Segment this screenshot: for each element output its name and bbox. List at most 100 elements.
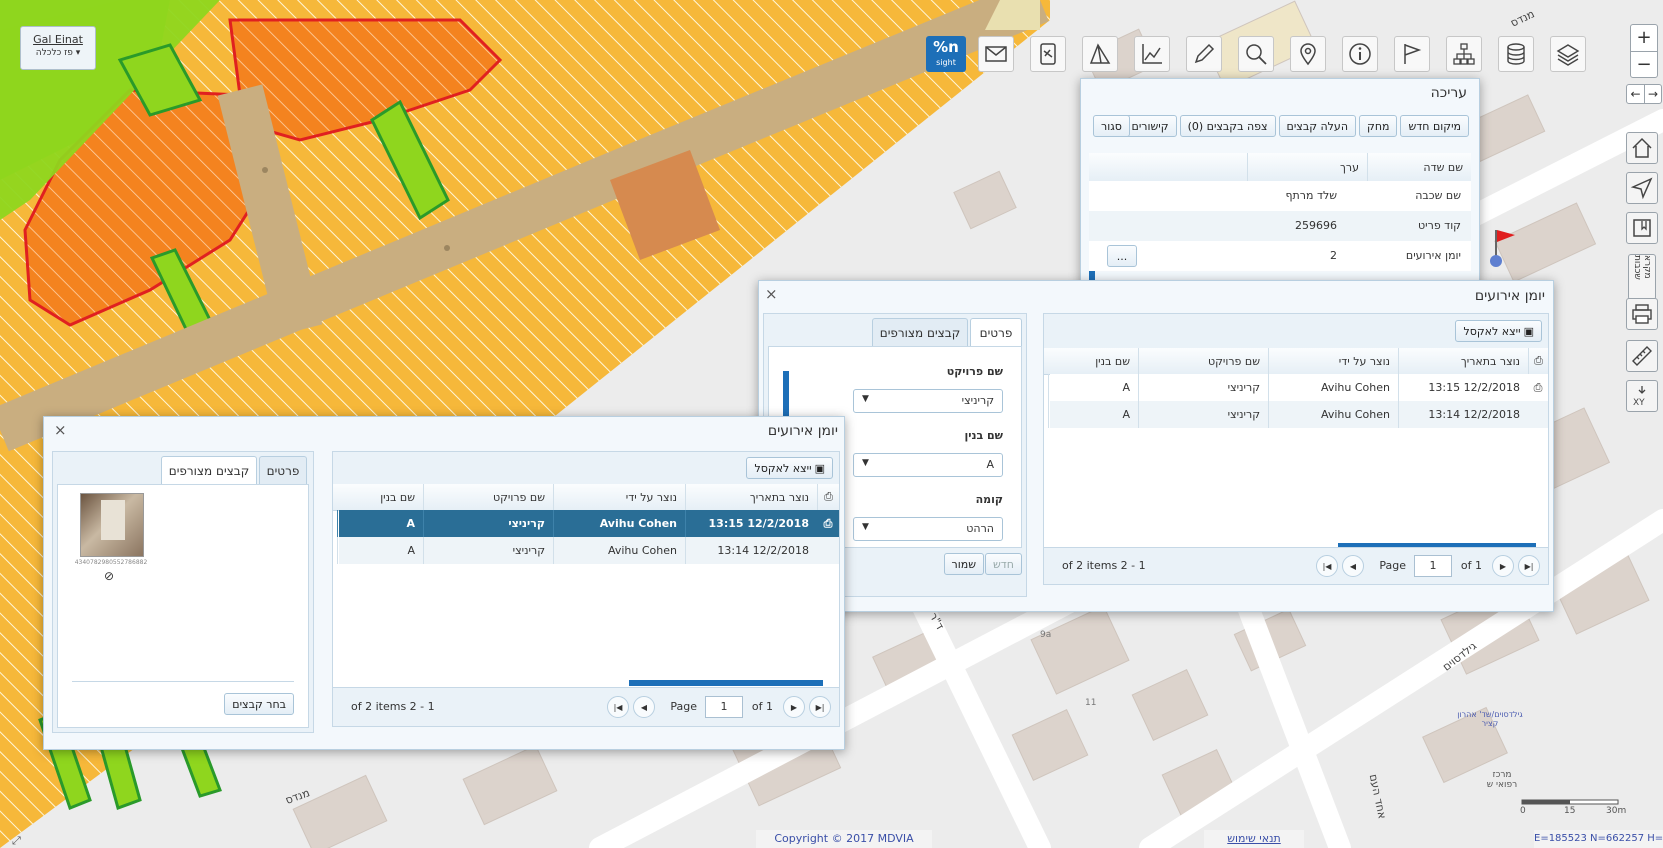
cell-date: 13:15 12/2/2018 — [685, 510, 817, 537]
tab-attachments[interactable]: קבצים מצורפים — [872, 318, 968, 346]
search-icon[interactable] — [1238, 36, 1274, 72]
sitemap-icon[interactable] — [1446, 36, 1482, 72]
layers-icon[interactable] — [1550, 36, 1586, 72]
project-select[interactable]: קריניצי ▼ — [853, 389, 1003, 413]
user-role-select[interactable]: פז כלכלה ▾ — [21, 48, 95, 58]
new-location-button[interactable]: מיקום חדש — [1400, 115, 1469, 137]
info-icon[interactable] — [1342, 36, 1378, 72]
events-grid: ייצא לאקסל ▣ ⎙ נוצר בתאריך נוצר על ידי ש… — [332, 451, 840, 727]
field-name: יומן אירועים — [1405, 249, 1461, 262]
cell-date: 13:15 12/2/2018 — [1398, 374, 1528, 401]
polygon-icon[interactable] — [1082, 36, 1118, 72]
table-row[interactable]: 13:14 12/2/2018 Avihu Cohen קריניצי A — [1048, 401, 1548, 428]
select-value: הרהט — [966, 522, 994, 535]
cell-created-by: Avihu Cohen — [1268, 374, 1398, 401]
export-excel-button[interactable]: ייצא לאקסל ▣ — [1455, 320, 1542, 342]
page-input[interactable]: 1 — [1414, 555, 1452, 577]
forward-arrow-icon[interactable]: → — [1645, 85, 1661, 103]
column-header[interactable]: שם פרויקט — [423, 484, 553, 510]
column-header[interactable]: שם בנין — [1044, 348, 1138, 374]
column-header[interactable]: נוצר בתאריך — [1398, 348, 1528, 374]
app-logo[interactable]: %n sight — [926, 36, 966, 72]
tab-details[interactable]: פרטים — [259, 456, 307, 484]
event-journal-panel: יומן אירועים × ייצא לאקסל ▣ ⎙ נוצר בתארי… — [758, 280, 1554, 612]
column-header[interactable]: שם בנין — [333, 484, 423, 510]
close-icon[interactable]: × — [765, 285, 778, 303]
svg-text:XY: XY — [1633, 398, 1645, 408]
chevron-down-icon: ▼ — [862, 522, 869, 532]
upload-files-button[interactable]: העלה קבצים — [1278, 115, 1357, 137]
editing-panel: עריכה מיקום חדש מחק העלה קבצים צפה בקבצי… — [1080, 78, 1480, 293]
save-button[interactable]: שמור — [943, 553, 984, 575]
last-page-icon[interactable]: ▶| — [1518, 555, 1540, 577]
zoom-out-button[interactable]: − — [1631, 52, 1657, 77]
page-input[interactable]: 1 — [705, 696, 743, 718]
prev-page-icon[interactable]: ◀ — [1342, 555, 1364, 577]
column-header[interactable]: נוצר על ידי — [1268, 348, 1398, 374]
mail-icon[interactable] — [978, 36, 1014, 72]
cell-building: A — [1048, 374, 1138, 401]
cell-created-by: Avihu Cohen — [553, 537, 685, 564]
poi-label: גילדסוים/שד' אהרון קציר — [1457, 710, 1523, 728]
print-icon[interactable] — [1626, 298, 1658, 330]
ruler-icon[interactable] — [1626, 340, 1658, 372]
select-value: קריניצי — [961, 394, 994, 407]
events-grid: ייצא לאקסל ▣ ⎙ נוצר בתאריך נוצר על ידי ש… — [1043, 313, 1549, 585]
location-pin-icon[interactable] — [1290, 36, 1326, 72]
phone-icon[interactable] — [1030, 36, 1066, 72]
items-summary: of 2 items 2 - 1 — [1062, 559, 1146, 572]
view-files-button[interactable]: צפה בקבצים (0) — [1179, 115, 1276, 137]
table-row[interactable]: ⎙ 13:15 12/2/2018 Avihu Cohen קריניצי A — [1048, 374, 1548, 402]
attachment-thumbnail[interactable] — [80, 493, 144, 557]
horizontal-scrollbar[interactable] — [629, 680, 823, 686]
user-name[interactable]: Gal Einat — [21, 33, 95, 46]
chevron-down-icon: ▼ — [862, 394, 869, 404]
expand-corner-icon[interactable]: ⤢ — [12, 834, 21, 848]
terms-link[interactable]: תנאי שימוש — [1204, 830, 1304, 848]
page-label: Page — [1379, 559, 1406, 572]
tab-attachments[interactable]: קבצים מצורפים — [161, 456, 257, 484]
next-page-icon[interactable]: ▶ — [783, 696, 805, 718]
database-icon[interactable] — [1498, 36, 1534, 72]
prev-page-icon[interactable]: ◀ — [633, 696, 655, 718]
flag-icon[interactable] — [1394, 36, 1430, 72]
column-header[interactable]: נוצר בתאריך — [685, 484, 817, 510]
last-page-icon[interactable]: ▶| — [809, 696, 831, 718]
coordinates-xy-icon[interactable]: XY — [1626, 380, 1658, 412]
user-box[interactable]: Gal Einat פז כלכלה ▾ — [20, 26, 96, 70]
first-page-icon[interactable]: |◀ — [1316, 555, 1338, 577]
first-page-icon[interactable]: |◀ — [607, 696, 629, 718]
scrollbar[interactable] — [783, 371, 789, 417]
column-header[interactable]: שם פרויקט — [1138, 348, 1268, 374]
table-row[interactable]: 13:14 12/2/2018 Avihu Cohen קריניצי A — [337, 537, 839, 564]
legend-icon[interactable]: מקרא שכבות — [1628, 254, 1656, 300]
form-label: שם פרויקט — [946, 365, 1003, 378]
column-header[interactable]: נוצר על ידי — [553, 484, 685, 510]
logo-sub: sight — [936, 58, 956, 67]
next-page-icon[interactable]: ▶ — [1492, 555, 1514, 577]
cell-project: קריניצי — [1138, 401, 1268, 428]
remove-attachment-icon[interactable]: ⊘ — [104, 569, 114, 583]
home-icon[interactable] — [1626, 132, 1658, 164]
export-excel-button[interactable]: ייצא לאקסל ▣ — [746, 457, 833, 479]
table-row: קוד פריט 259696 — [1089, 211, 1471, 242]
delete-button[interactable]: מחק — [1359, 115, 1398, 137]
bookmark-icon[interactable] — [1626, 212, 1658, 244]
table-row-selected[interactable]: ⎙ 13:15 12/2/2018 Avihu Cohen קריניצי A — [337, 510, 839, 537]
pencil-icon[interactable] — [1186, 36, 1222, 72]
choose-files-button[interactable]: בחר קבצים — [224, 693, 294, 715]
building-select[interactable]: A ▼ — [853, 453, 1003, 477]
open-journal-button[interactable]: ... — [1107, 245, 1137, 267]
navigate-icon[interactable] — [1626, 172, 1658, 204]
poi-label: מרכז רפואי ש — [1486, 770, 1518, 790]
chart-icon[interactable] — [1134, 36, 1170, 72]
close-button[interactable]: סגור — [1093, 115, 1130, 137]
tab-details[interactable]: פרטים — [970, 318, 1022, 346]
cell-date: 13:14 12/2/2018 — [685, 537, 817, 564]
page-count: of 1 — [1460, 559, 1482, 572]
new-button[interactable]: חדש — [985, 553, 1022, 575]
back-arrow-icon[interactable]: ← — [1627, 85, 1645, 103]
close-icon[interactable]: × — [54, 421, 67, 439]
floor-select[interactable]: הרהט ▼ — [853, 517, 1003, 541]
zoom-in-button[interactable]: + — [1631, 25, 1657, 52]
